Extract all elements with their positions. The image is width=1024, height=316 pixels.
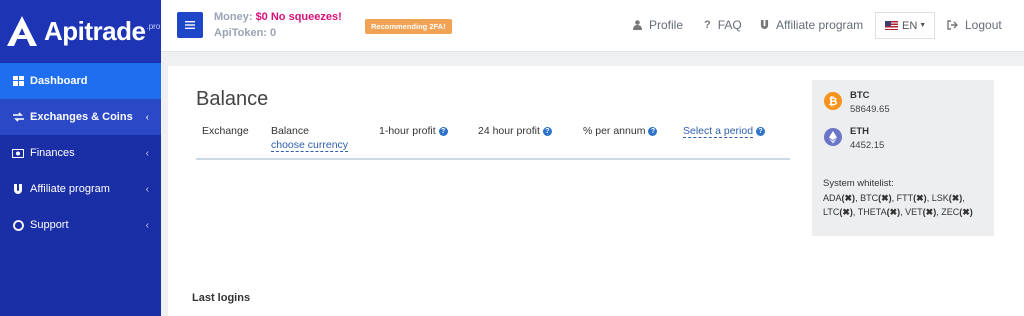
column-1h-profit: 1-hour profit?	[379, 125, 448, 137]
whitelist-coin-name: ADA	[823, 193, 842, 203]
column-24h-profit: 24 hour profit?	[478, 125, 552, 137]
sidebar-item-finances[interactable]: Finances ‹	[0, 135, 161, 171]
money-label: Money:	[214, 11, 253, 23]
choose-currency-link[interactable]: choose currency	[271, 139, 349, 152]
sidebar-item-exchanges[interactable]: Exchanges & Coins ‹	[0, 99, 161, 135]
affiliate-link[interactable]: Affiliate program	[760, 18, 863, 32]
whitelist-coin: FTT(✖)	[897, 193, 927, 203]
brand-suffix: .pro	[146, 22, 161, 31]
ethereum-icon	[824, 128, 842, 146]
money-value: $0 No squeezes!	[255, 11, 342, 23]
select-period-link[interactable]: Select a period?	[683, 125, 766, 138]
us-flag-icon	[885, 21, 898, 30]
magnet-icon	[760, 20, 769, 30]
question-icon: ?	[704, 19, 711, 31]
whitelist-title: System whitelist:	[823, 178, 894, 189]
sidebar-item-label: Dashboard	[30, 75, 88, 87]
lifebuoy-icon	[12, 219, 24, 231]
remove-icon[interactable]: (✖)	[923, 207, 937, 217]
apitrade-logo-icon	[7, 16, 37, 46]
brand-name: Apitrade	[44, 15, 146, 46]
remove-icon[interactable]: (✖)	[959, 207, 973, 217]
remove-icon[interactable]: (✖)	[949, 193, 963, 203]
whitelist-coin: LSK(✖)	[932, 193, 963, 203]
faq-label: FAQ	[717, 18, 742, 32]
table-divider	[196, 158, 790, 160]
remove-icon[interactable]: (✖)	[839, 207, 853, 217]
logout-link[interactable]: Logout	[947, 18, 1002, 32]
sidebar-item-dashboard[interactable]: Dashboard	[0, 63, 161, 99]
chevron-left-icon: ‹	[145, 111, 149, 123]
money-status: Money: $0 No squeezes!	[214, 11, 342, 23]
bitcoin-icon: ₿	[824, 92, 842, 110]
remove-icon[interactable]: (✖)	[842, 193, 856, 203]
profile-link[interactable]: Profile	[633, 18, 683, 32]
logout-label: Logout	[965, 18, 1002, 32]
sidebar-item-support[interactable]: Support ‹	[0, 207, 161, 243]
remove-icon[interactable]: (✖)	[878, 193, 892, 203]
help-icon[interactable]: ?	[438, 126, 448, 136]
sidebar-item-label: Affiliate program	[30, 183, 110, 195]
column-balance: Balance	[271, 125, 309, 137]
help-icon[interactable]: ?	[542, 126, 552, 136]
whitelist-coin: LTC(✖)	[823, 207, 853, 217]
sidebar: Apitrade .pro Dashboard Exchanges & Coin…	[0, 0, 161, 316]
whitelist-coin: VET(✖)	[905, 207, 936, 217]
rates-panel: ₿ BTC 58649.65 ETH 4452.15 System whitel…	[812, 80, 994, 236]
2fa-badge[interactable]: Recommending 2FA!	[365, 19, 452, 34]
hamburger-icon	[185, 21, 195, 29]
dashboard-icon	[12, 75, 24, 87]
coin-price: 58649.65	[850, 104, 890, 115]
chevron-left-icon: ‹	[145, 183, 149, 195]
apitoken-status: ApiToken: 0	[214, 27, 277, 39]
page-title: Balance	[196, 88, 269, 110]
menu-toggle-button[interactable]	[177, 12, 203, 38]
remove-icon[interactable]: (✖)	[887, 207, 901, 217]
money-icon	[12, 147, 24, 159]
topbar: Money: $0 No squeezes! ApiToken: 0 Recom…	[161, 0, 1024, 52]
whitelist-coin-name: LSK	[931, 193, 949, 203]
main-content: Balance Exchange Balance choose currency…	[168, 66, 1024, 316]
whitelist-coin: BTC(✖)	[860, 193, 892, 203]
coin-name: ETH	[850, 126, 869, 137]
whitelist-coin-name: VET	[905, 207, 923, 217]
chevron-left-icon: ‹	[145, 219, 149, 231]
whitelist-coin: THETA(✖)	[858, 207, 900, 217]
last-logins-heading: Last logins	[192, 292, 251, 304]
sidebar-item-label: Support	[30, 219, 69, 231]
svg-text:₿: ₿	[829, 95, 838, 108]
whitelist-coin: ZEC(✖)	[941, 207, 973, 217]
whitelist-coin-name: LTC	[823, 207, 840, 217]
column-exchange: Exchange	[202, 125, 249, 137]
remove-icon[interactable]: (✖)	[913, 193, 927, 203]
whitelist-coin-name: THETA	[857, 207, 887, 217]
help-icon[interactable]: ?	[648, 126, 658, 136]
language-select[interactable]: EN ▼	[875, 12, 935, 39]
whitelist-coin-name: FTT	[896, 193, 914, 203]
logout-icon	[947, 20, 958, 30]
faq-link[interactable]: ? FAQ	[704, 18, 742, 32]
affiliate-label: Affiliate program	[776, 18, 864, 32]
profile-label: Profile	[649, 18, 684, 32]
whitelist-coin: ADA(✖)	[823, 193, 855, 203]
brand[interactable]: Apitrade .pro	[0, 0, 161, 62]
whitelist-list: ADA(✖), BTC(✖), FTT(✖), LSK(✖), LTC(✖), …	[823, 193, 973, 217]
magnet-icon	[12, 183, 24, 195]
whitelist-coin-name: ZEC	[941, 207, 960, 217]
exchange-icon	[12, 111, 24, 123]
coin-name: BTC	[850, 90, 870, 101]
coin-price: 4452.15	[850, 140, 885, 151]
user-icon	[633, 20, 642, 30]
help-icon[interactable]: ?	[756, 127, 766, 136]
sidebar-item-label: Finances	[30, 147, 75, 159]
chevron-left-icon: ‹	[145, 147, 149, 159]
column-per-annum: % per annum?	[583, 125, 658, 137]
caret-down-icon: ▼	[919, 22, 927, 29]
sidebar-item-affiliate[interactable]: Affiliate program ‹	[0, 171, 161, 207]
whitelist-coin-name: BTC	[860, 193, 879, 203]
language-label: EN	[902, 19, 918, 32]
sidebar-item-label: Exchanges & Coins	[30, 111, 133, 123]
